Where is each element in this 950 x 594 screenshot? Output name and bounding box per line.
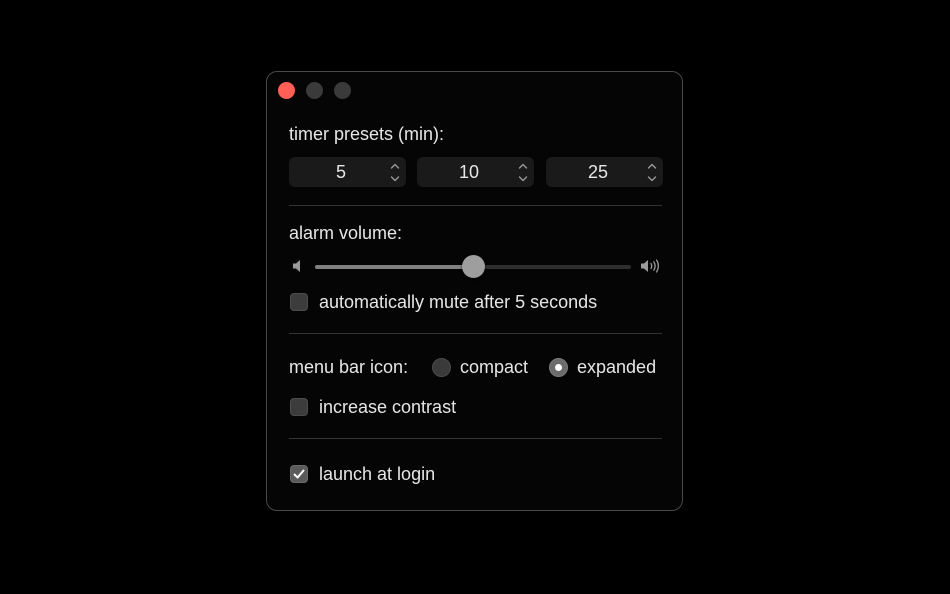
radio-expanded[interactable]: [549, 358, 568, 377]
chevron-down-icon[interactable]: [645, 173, 659, 185]
timer-presets-label: timer presets (min):: [289, 124, 445, 144]
chevron-up-icon[interactable]: [516, 160, 530, 172]
timer-preset-value-3[interactable]: 25: [546, 162, 650, 183]
increase-contrast-label[interactable]: increase contrast: [319, 397, 456, 418]
settings-window: timer presets (min): 5 10 25 alarm volum…: [266, 71, 683, 511]
zoom-button[interactable]: [334, 82, 351, 99]
timer-preset-stepper-3[interactable]: 25: [546, 157, 663, 187]
chevron-up-icon[interactable]: [645, 160, 659, 172]
speaker-low-icon: [293, 260, 300, 272]
minimize-button[interactable]: [306, 82, 323, 99]
speaker-high-icon: [641, 259, 660, 273]
chevron-down-icon[interactable]: [388, 173, 402, 185]
timer-preset-value-1[interactable]: 5: [289, 162, 393, 183]
section-divider: [289, 205, 662, 206]
checkmark-icon: [293, 469, 305, 479]
close-button[interactable]: [278, 82, 295, 99]
timer-preset-stepper-1[interactable]: 5: [289, 157, 406, 187]
auto-mute-checkbox[interactable]: [290, 293, 308, 311]
chevron-up-icon[interactable]: [388, 160, 402, 172]
timer-preset-stepper-2[interactable]: 10: [417, 157, 534, 187]
section-divider: [289, 333, 662, 334]
radio-compact[interactable]: [432, 358, 451, 377]
alarm-volume-label: alarm volume:: [289, 223, 403, 243]
alarm-volume-slider-knob[interactable]: [462, 255, 485, 278]
radio-compact-label[interactable]: compact: [460, 357, 528, 378]
alarm-volume-slider-fill: [315, 265, 473, 269]
launch-at-login-checkbox[interactable]: [290, 465, 308, 483]
section-divider: [289, 438, 662, 439]
radio-expanded-label[interactable]: expanded: [577, 357, 656, 378]
menu-bar-icon-label: menu bar icon:: [289, 357, 409, 377]
increase-contrast-checkbox[interactable]: [290, 398, 308, 416]
auto-mute-label[interactable]: automatically mute after 5 seconds: [319, 292, 597, 313]
chevron-down-icon[interactable]: [516, 173, 530, 185]
timer-preset-value-2[interactable]: 10: [417, 162, 521, 183]
launch-at-login-label[interactable]: launch at login: [319, 464, 435, 485]
alarm-volume-slider[interactable]: [315, 255, 631, 278]
